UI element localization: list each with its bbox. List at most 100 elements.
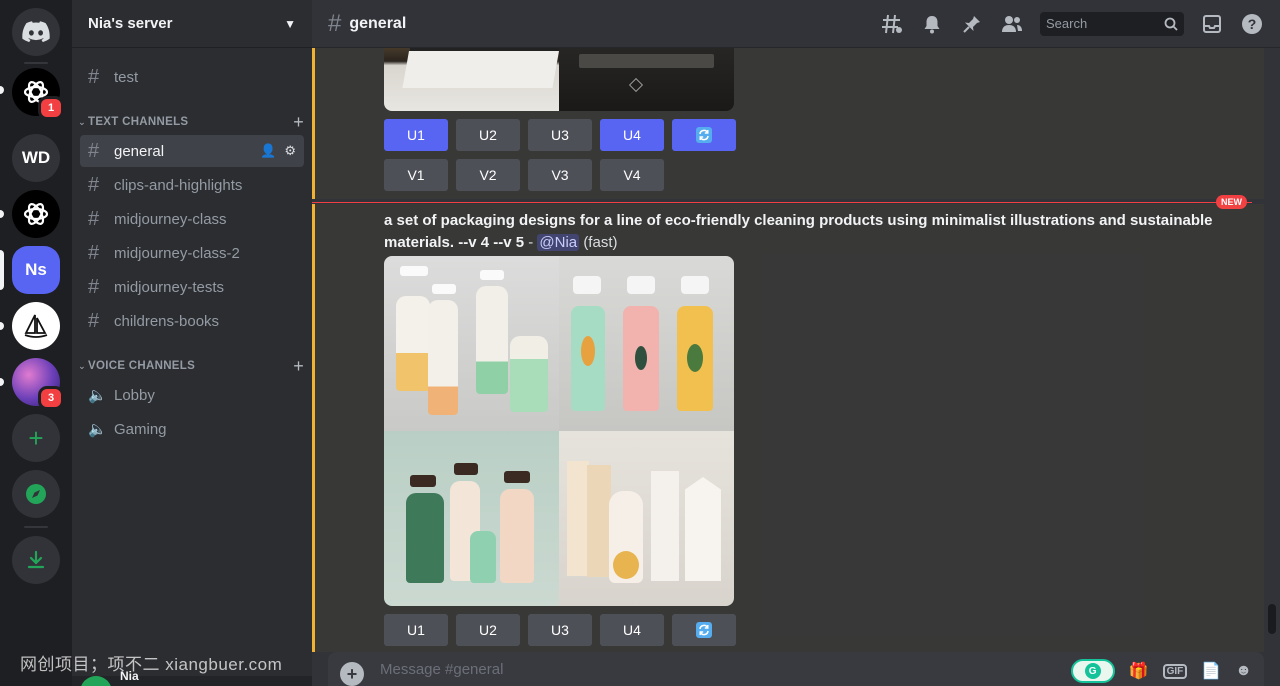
hash-icon: #: [88, 309, 100, 332]
refresh-icon: [696, 127, 712, 143]
server-initials: WD: [21, 148, 51, 167]
hash-icon: #: [88, 139, 100, 162]
compass-icon: [26, 484, 46, 504]
create-channel-icon[interactable]: +: [293, 356, 304, 377]
generated-image-grid-2[interactable]: [384, 256, 734, 606]
variation-1-button[interactable]: V1: [384, 159, 448, 191]
new-messages-divider: [312, 202, 1252, 203]
reroll-button[interactable]: [672, 119, 736, 151]
reroll-button[interactable]: [672, 614, 736, 646]
gift-icon[interactable]: 🎁: [1129, 661, 1149, 681]
download-apps-button[interactable]: [12, 536, 60, 584]
invite-user-icon[interactable]: 👤: [260, 143, 276, 159]
separator: -: [524, 234, 538, 251]
upscale-3-button[interactable]: U3: [528, 119, 592, 151]
image-quadrant: [559, 431, 734, 606]
channel-midjourney-class[interactable]: # midjourney-class: [80, 203, 304, 235]
hash-icon: #: [88, 207, 100, 230]
plus-icon: +: [346, 663, 358, 684]
active-server-pill: [0, 250, 4, 290]
category-voice-channels[interactable]: ⌄ VOICE CHANNELS +: [76, 356, 304, 376]
mention-badge: 1: [38, 96, 64, 120]
notification-bell-icon[interactable]: [920, 12, 944, 36]
server-ns[interactable]: Ns: [12, 246, 60, 294]
channel-sidebar: Nia's server ▼ # test ⌄ TEXT CHANNELS + …: [72, 0, 312, 686]
sticker-icon[interactable]: 📄: [1201, 661, 1221, 681]
message-composer[interactable]: + Message #general G 🎁 GIF 📄 ☻: [328, 652, 1264, 686]
add-server-button[interactable]: +: [12, 414, 60, 462]
explore-servers-button[interactable]: [12, 470, 60, 518]
channel-name: test: [114, 68, 139, 86]
hash-icon: #: [88, 241, 100, 264]
channel-name: midjourney-class: [114, 210, 227, 228]
hash-icon: #: [328, 9, 342, 37]
watermark: 网创项目；项不二 xiangbuer.com: [20, 655, 283, 674]
create-channel-icon[interactable]: +: [293, 112, 304, 133]
mention-badge: 3: [38, 386, 64, 410]
sailboat-icon: [24, 314, 48, 338]
upscale-1-button[interactable]: U1: [384, 614, 448, 646]
gif-button[interactable]: GIF: [1162, 663, 1188, 679]
generated-image-grid-1[interactable]: [384, 48, 734, 111]
upscale-2-button[interactable]: U2: [456, 614, 520, 646]
server-initials: Ns: [25, 260, 47, 279]
channel-general[interactable]: # general 👤 ⚙: [80, 135, 304, 167]
user-panel: Nia: [72, 670, 312, 686]
add-attachment-button[interactable]: +: [340, 662, 364, 686]
threads-icon[interactable]: [880, 12, 904, 36]
avatar[interactable]: [80, 676, 112, 686]
channel-clips-and-highlights[interactable]: # clips-and-highlights: [80, 169, 304, 201]
help-icon[interactable]: ?: [1240, 12, 1264, 36]
search-placeholder: Search: [1046, 16, 1088, 31]
channel-title: general: [349, 14, 407, 32]
server-wd[interactable]: WD: [12, 134, 60, 182]
prompt-text: a set of packaging designs for a line of…: [384, 212, 1213, 251]
speaker-icon: 🔈: [88, 421, 107, 438]
user-mention[interactable]: @Nia: [537, 234, 580, 251]
message-input[interactable]: Message #general: [380, 661, 1071, 678]
variation-3-button[interactable]: V3: [528, 159, 592, 191]
upscale-4-button[interactable]: U4: [600, 119, 664, 151]
scrollbar-thumb[interactable]: [1268, 604, 1276, 634]
channel-name: midjourney-class-2: [114, 244, 240, 262]
gear-icon[interactable]: ⚙: [284, 143, 296, 159]
member-list-icon[interactable]: [1000, 12, 1024, 36]
channel-name: clips-and-highlights: [114, 176, 243, 194]
upscale-2-button[interactable]: U2: [456, 119, 520, 151]
unread-pill: [0, 378, 4, 386]
grammarly-widget[interactable]: G: [1070, 659, 1115, 683]
channel-test[interactable]: # test: [80, 61, 304, 93]
category-label: TEXT CHANNELS: [88, 116, 189, 128]
openai-logo-icon: [23, 203, 49, 225]
search-input[interactable]: Search: [1040, 11, 1184, 36]
unread-pill: [0, 210, 4, 218]
server-header[interactable]: Nia's server ▼: [72, 0, 312, 48]
channel-midjourney-class-2[interactable]: # midjourney-class-2: [80, 237, 304, 269]
main-chat: # general Search ? U1 U2 U3 U4 V1 V2 V3 …: [312, 0, 1280, 686]
server-galaxy[interactable]: 3: [12, 358, 64, 410]
discord-home-button[interactable]: [12, 8, 60, 56]
server-openai-1[interactable]: 1: [12, 68, 64, 120]
upscale-4-button[interactable]: U4: [600, 614, 664, 646]
category-label: VOICE CHANNELS: [88, 360, 196, 372]
inbox-icon[interactable]: [1200, 12, 1224, 36]
upscale-3-button[interactable]: U3: [528, 614, 592, 646]
channel-childrens-books[interactable]: # childrens-books: [80, 305, 304, 337]
emoji-icon[interactable]: ☻: [1235, 662, 1252, 680]
server-openai-2[interactable]: [12, 190, 60, 238]
category-text-channels[interactable]: ⌄ TEXT CHANNELS +: [76, 112, 304, 132]
hash-icon: #: [88, 173, 100, 196]
grammarly-icon: G: [1084, 663, 1101, 679]
server-midjourney[interactable]: [12, 302, 60, 350]
hash-icon: #: [88, 65, 100, 88]
voice-channel-lobby[interactable]: 🔈 Lobby: [80, 379, 304, 411]
pin-icon[interactable]: [960, 12, 984, 36]
channel-midjourney-tests[interactable]: # midjourney-tests: [80, 271, 304, 303]
image-quadrant: [559, 256, 734, 431]
variation-2-button[interactable]: V2: [456, 159, 520, 191]
upscale-1-button[interactable]: U1: [384, 119, 448, 151]
variation-4-button[interactable]: V4: [600, 159, 664, 191]
chevron-down-icon: ⌄: [78, 360, 86, 371]
channel-header: # general Search ?: [312, 0, 1280, 48]
voice-channel-gaming[interactable]: 🔈 Gaming: [80, 413, 304, 445]
